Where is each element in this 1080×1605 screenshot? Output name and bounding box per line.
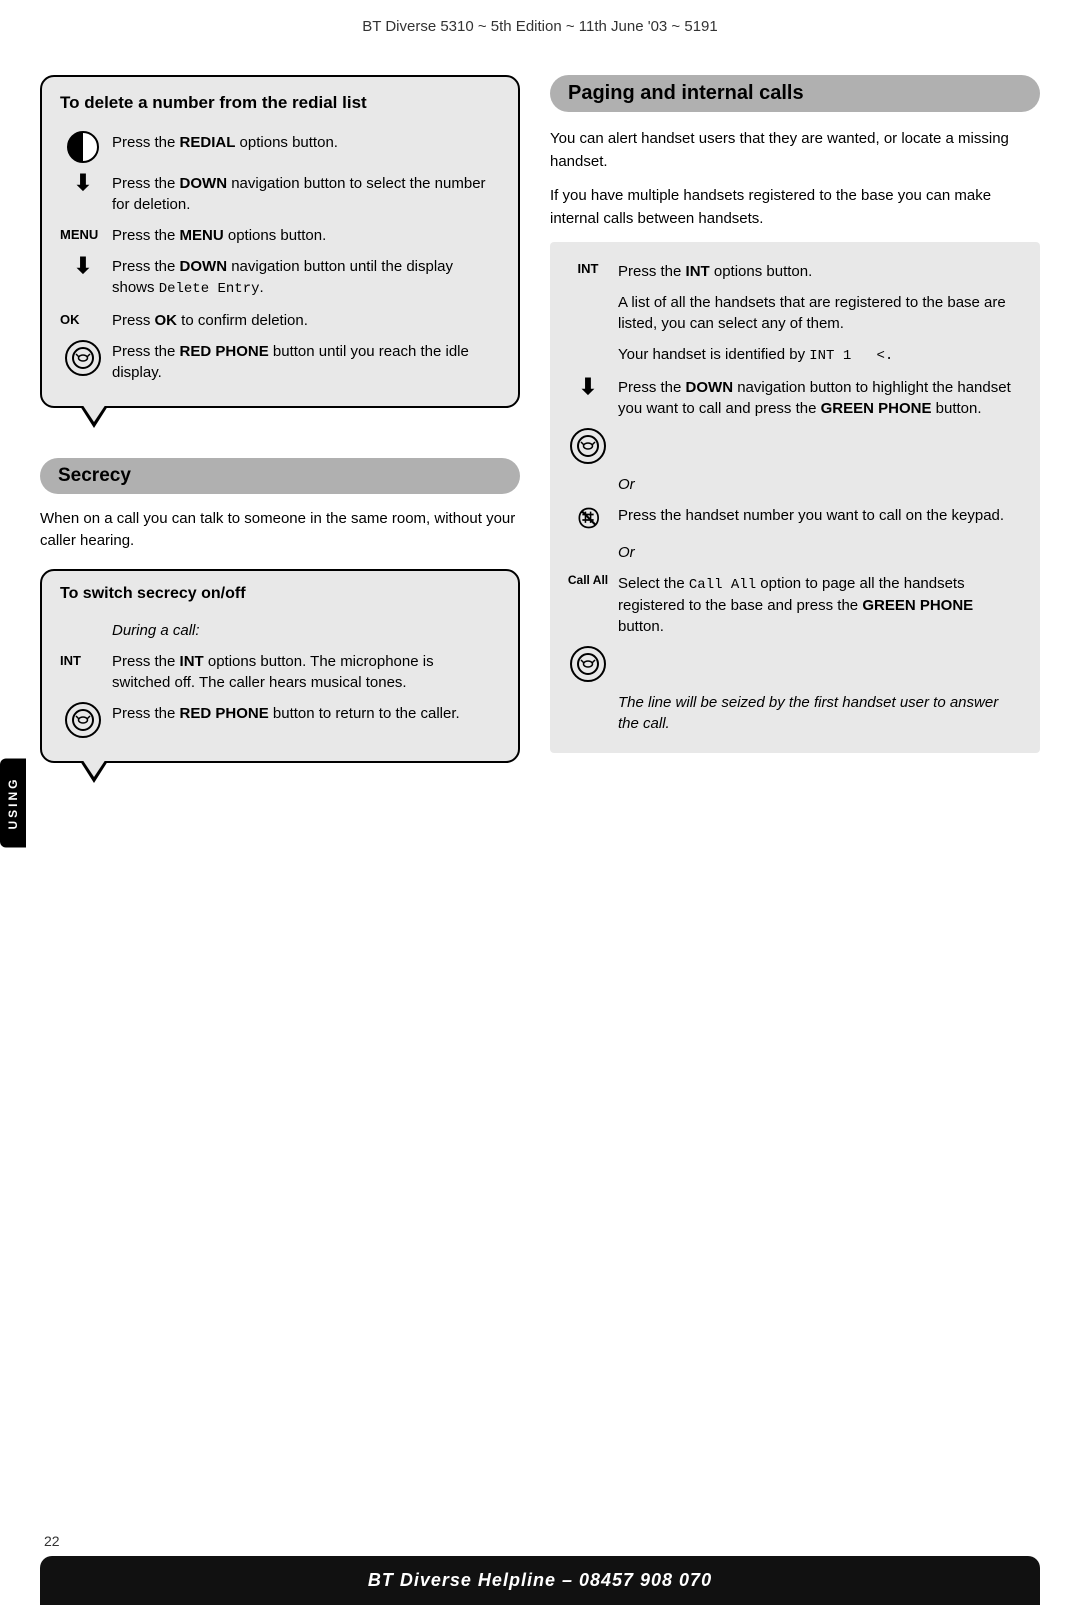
paging-keypad-icon-cell: ⌗⃠ — [564, 500, 618, 537]
paging-identified-text: Your handset is identified by INT 1 <. — [618, 339, 1026, 372]
paging-or1: Or — [564, 469, 1026, 500]
red-phone-icon — [65, 340, 101, 376]
down-arrow-icon-1: ⬇ — [74, 172, 92, 194]
step-down1-icon: ⬇ — [60, 168, 112, 220]
paging-intro1: You can alert handset users that they ar… — [550, 128, 1040, 173]
paging-or1-icon — [564, 469, 618, 500]
green-phone-icon — [570, 428, 606, 464]
paging-list: A list of all the handsets that are regi… — [564, 287, 1026, 339]
right-column: Paging and internal calls You can alert … — [550, 75, 1040, 753]
menu-label: MENU — [60, 220, 112, 251]
secrecy-heading: Secrecy — [40, 458, 520, 494]
paging-steps-wrap: INT Press the INT options button. A list… — [550, 242, 1040, 753]
paging-identified: Your handset is identified by INT 1 <. — [564, 339, 1026, 372]
paging-italic-note-text: The line will be seized by the first han… — [618, 687, 1026, 739]
side-tab: USING — [0, 758, 26, 847]
paging-down: ⬇ Press the DOWN navigation button to hi… — [564, 372, 1026, 424]
secrecy-during-icon — [60, 615, 112, 646]
page-footer: BT Diverse Helpline – 08457 908 070 — [40, 1556, 1040, 1605]
step-down1-text: Press the DOWN navigation button to sele… — [112, 168, 500, 220]
secrecy-intro: When on a call you can talk to someone i… — [40, 508, 520, 553]
paging-or2-icon — [564, 537, 618, 568]
paging-call-all: Call All Select the Call All option to p… — [564, 568, 1026, 643]
secrecy-phone-icon-cell — [60, 698, 112, 743]
secrecy-int: INT Press the INT options button. The mi… — [60, 646, 500, 698]
delete-steps-table: Press the REDIAL options button. ⬇ Press… — [60, 127, 500, 388]
paging-down-arrow-icon: ⬇ — [579, 376, 597, 398]
step-menu: MENU Press the MENU options button. — [60, 220, 500, 251]
paging-green-phone2 — [564, 642, 1026, 687]
paging-heading: Paging and internal calls — [550, 75, 1040, 112]
secrecy-box: To switch secrecy on/off During a call: … — [40, 569, 520, 763]
step-ok-text: Press OK to confirm deletion. — [112, 305, 500, 336]
secrecy-phone: Press the RED PHONE button to return to … — [60, 698, 500, 743]
paging-call-all-label: Call All — [564, 568, 618, 643]
secrecy-int-label: INT — [60, 646, 112, 698]
ok-label: OK — [60, 305, 112, 336]
step-redial-text: Press the REDIAL options button. — [112, 127, 500, 168]
paging-list-text: A list of all the handsets that are regi… — [618, 287, 1026, 339]
down-arrow-icon-2: ⬇ — [74, 255, 92, 277]
paging-or2-text: Or — [618, 537, 1026, 568]
step-red-phone: Press the RED PHONE button until you rea… — [60, 336, 500, 388]
paging-steps-table: INT Press the INT options button. A list… — [564, 256, 1026, 739]
paging-intro2: If you have multiple handsets registered… — [550, 185, 1040, 230]
paging-keypad-text: Press the handset number you want to cal… — [618, 500, 1026, 537]
step-down2-icon: ⬇ — [60, 251, 112, 305]
paging-int: INT Press the INT options button. — [564, 256, 1026, 287]
delete-box-title: To delete a number from the redial list — [60, 93, 500, 113]
footer-text: BT Diverse Helpline – 08457 908 070 — [368, 1570, 712, 1590]
secrecy-during-text: During a call: — [112, 615, 500, 646]
paging-list-icon — [564, 287, 618, 339]
secrecy-int-text: Press the INT options button. The microp… — [112, 646, 500, 698]
secrecy-box-title: To switch secrecy on/off — [60, 585, 500, 603]
keypad-icon: ⌗⃠ — [582, 504, 593, 532]
delete-number-box: To delete a number from the redial list … — [40, 75, 520, 408]
paging-keypad: ⌗⃠ Press the handset number you want to … — [564, 500, 1026, 537]
paging-italic-note-icon — [564, 687, 618, 739]
step-down1: ⬇ Press the DOWN navigation button to se… — [60, 168, 500, 220]
secrecy-section: Secrecy When on a call you can talk to s… — [40, 458, 520, 763]
step-red-phone-text: Press the RED PHONE button until you rea… — [112, 336, 500, 388]
paging-int-label: INT — [564, 256, 618, 287]
page-number: 22 — [44, 1533, 60, 1549]
left-column: To delete a number from the redial list … — [40, 75, 520, 763]
secrecy-steps-table: During a call: INT Press the INT options… — [60, 615, 500, 743]
paging-green-phone-text — [618, 424, 1026, 469]
paging-green-phone2-icon-cell — [564, 642, 618, 687]
step-redial-icon — [60, 127, 112, 168]
secrecy-phone-icon — [65, 702, 101, 738]
red-phone-icon-cell — [60, 336, 112, 388]
paging-down-icon: ⬇ — [564, 372, 618, 424]
paging-call-all-text: Select the Call All option to page all t… — [618, 568, 1026, 643]
paging-italic-note: The line will be seized by the first han… — [564, 687, 1026, 739]
paging-int-text: Press the INT options button. — [618, 256, 1026, 287]
half-circle-icon — [67, 131, 99, 163]
paging-green-phone-icon-cell — [564, 424, 618, 469]
green-phone-icon-2 — [570, 646, 606, 682]
step-menu-text: Press the MENU options button. — [112, 220, 500, 251]
paging-green-phone2-text — [618, 642, 1026, 687]
page-header: BT Diverse 5310 ~ 5th Edition ~ 11th Jun… — [0, 0, 1080, 45]
header-title: BT Diverse 5310 ~ 5th Edition ~ 11th Jun… — [362, 18, 717, 35]
step-redial: Press the REDIAL options button. — [60, 127, 500, 168]
paging-or2: Or — [564, 537, 1026, 568]
step-down2-text: Press the DOWN navigation button until t… — [112, 251, 500, 305]
paging-down-text: Press the DOWN navigation button to high… — [618, 372, 1026, 424]
paging-green-phone — [564, 424, 1026, 469]
step-down2: ⬇ Press the DOWN navigation button until… — [60, 251, 500, 305]
paging-or1-text: Or — [618, 469, 1026, 500]
paging-identified-icon — [564, 339, 618, 372]
secrecy-phone-text: Press the RED PHONE button to return to … — [112, 698, 500, 743]
secrecy-during: During a call: — [60, 615, 500, 646]
step-ok: OK Press OK to confirm deletion. — [60, 305, 500, 336]
